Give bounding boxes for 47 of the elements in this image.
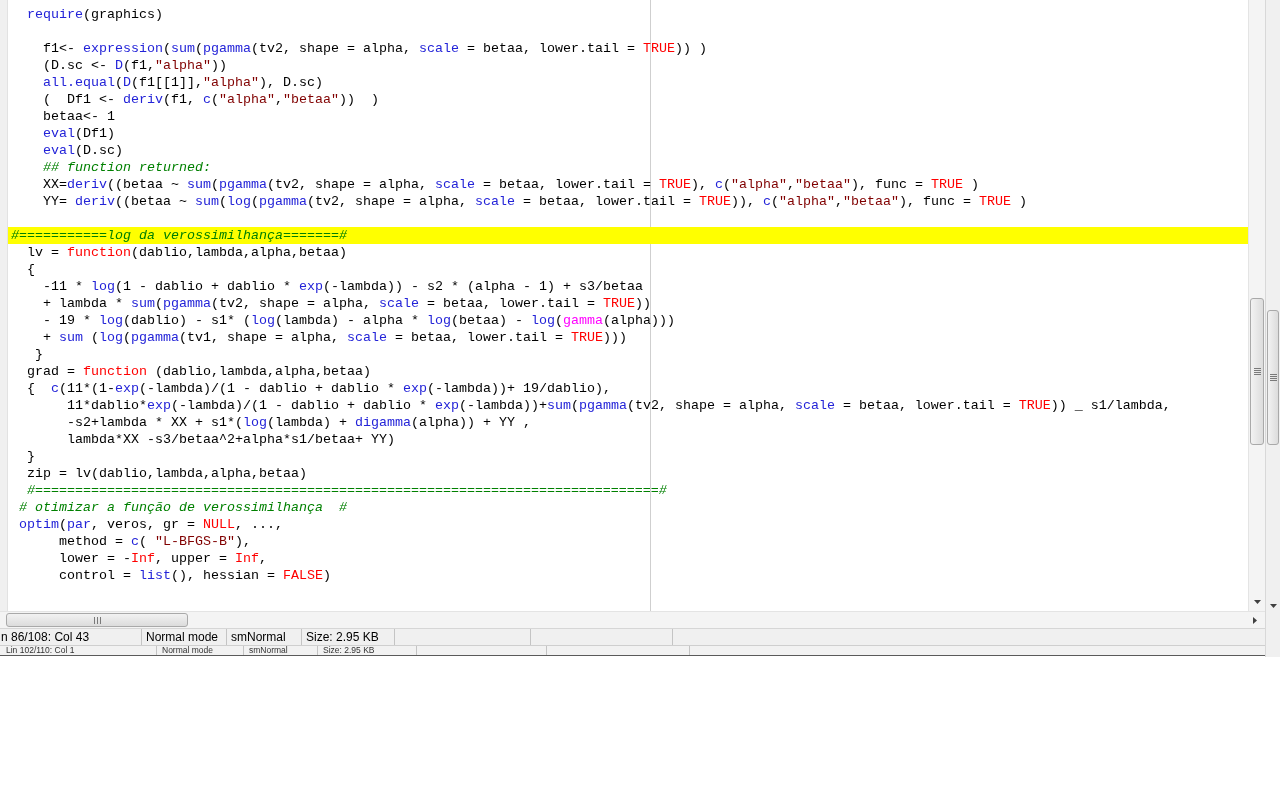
grip-icon bbox=[1253, 368, 1261, 375]
status-bar-text: Lin 102/110: Col 1 bbox=[6, 645, 75, 655]
code-line: - 19 * log(dablio) - s1* (log(lambda) - alpha * log(betaa) - log(gamma(alpha))) bbox=[43, 312, 675, 329]
code-line: zip = lv(dablio,lambda,alpha,betaa) bbox=[27, 465, 307, 482]
status-bar-text: Size: 2.95 KB bbox=[323, 645, 375, 655]
code-line: (D.sc <- D(f1,"alpha")) bbox=[43, 57, 227, 74]
scroll-right-icon[interactable] bbox=[1253, 616, 1257, 624]
code-line: require(graphics) bbox=[27, 6, 163, 23]
code-line: + lambda * sum(pgamma(tv2, shape = alpha, scale = betaa, lower.tail = TRUE)) bbox=[43, 295, 651, 312]
code-line: -s2+lambda * XX + s1*(log(lambda) + digamma(alpha)) + YY , bbox=[67, 414, 531, 431]
code-line: YY= deriv((betaa ~ sum(log(pgamma(tv2, shape = alpha, scale = betaa, lower.tail = TRUE)), c("alpha","betaa"), func = TRUE ) bbox=[43, 193, 1027, 210]
code-line: control = list(), hessian = FALSE) bbox=[59, 567, 331, 584]
scroll-thumb[interactable] bbox=[1250, 298, 1264, 445]
code-line: lambda*XX -s3/betaa^2+alpha*s1/betaa+ YY) bbox=[67, 431, 395, 448]
code-line: # otimizar a função de verossimilhança # bbox=[19, 499, 347, 516]
code-line: XX=deriv((betaa ~ sum(pgamma(tv2, shape = alpha, scale = betaa, lower.tail = TRUE), c("alpha","betaa"), func = TRUE ) bbox=[43, 176, 979, 193]
code-line: } bbox=[35, 346, 43, 363]
code-line: #==============================================================================# bbox=[27, 482, 667, 499]
status-bar-text: smNormal bbox=[249, 645, 288, 655]
scroll-thumb[interactable] bbox=[1267, 310, 1279, 445]
grip-icon bbox=[93, 616, 101, 624]
code-line: f1<- expression(sum(pgamma(tv2, shape = alpha, scale = betaa, lower.tail = TRUE)) ) bbox=[43, 40, 707, 57]
code-line: + sum (log(pgamma(tv1, shape = alpha, scale = betaa, lower.tail = TRUE))) bbox=[43, 329, 627, 346]
code-line: ( Df1 <- deriv(f1, c("alpha","betaa")) ) bbox=[43, 91, 379, 108]
code-line: } bbox=[27, 448, 35, 465]
status-bar-text: smNormal bbox=[231, 630, 286, 644]
code-line: lower = -Inf, upper = Inf, bbox=[59, 550, 267, 567]
code-line: eval(Df1) bbox=[43, 125, 115, 142]
code-line: #===========log da verossimilhança=======# bbox=[11, 227, 347, 244]
status-bar-text: Normal mode bbox=[146, 630, 219, 644]
code-line: eval(D.sc) bbox=[43, 142, 123, 159]
code-line: grad = function (dablio,lambda,alpha,betaa) bbox=[27, 363, 371, 380]
code-line: -11 * log(1 - dablio + dablio * exp(-lambda)) - s2 * (alpha - 1) + s3/betaa bbox=[43, 278, 643, 295]
status-bar-text: n 86/108: Col 43 bbox=[1, 630, 90, 644]
code-line: betaa<- 1 bbox=[43, 108, 115, 125]
code-line: optim(par, veros, gr = NULL, ..., bbox=[19, 516, 283, 533]
code-line: method = c( "L-BFGS-B"), bbox=[59, 533, 251, 550]
status-bar-text: Normal mode bbox=[162, 645, 214, 655]
scroll-thumb[interactable] bbox=[6, 613, 188, 627]
code-line: { c(11*(1-exp(-lambda)/(1 - dablio + dablio * exp(-lambda))+ 19/dablio), bbox=[27, 380, 611, 397]
code-line: all.equal(D(f1[[1]],"alpha"), D.sc) bbox=[43, 74, 323, 91]
code-line: lv = function(dablio,lambda,alpha,betaa) bbox=[27, 244, 347, 261]
code-line: { bbox=[27, 261, 35, 278]
code-line: ## function returned: bbox=[43, 159, 211, 176]
grip-icon bbox=[1269, 374, 1277, 381]
status-bar-text: Size: 2.95 KB bbox=[306, 630, 379, 644]
code-line: 11*dablio*exp(-lambda)/(1 - dablio + dablio * exp(-lambda))+sum(pgamma(tv2, shape = alpha, scale = betaa, lower.tail = TRUE)) _ s1/lambda, bbox=[67, 397, 1171, 414]
